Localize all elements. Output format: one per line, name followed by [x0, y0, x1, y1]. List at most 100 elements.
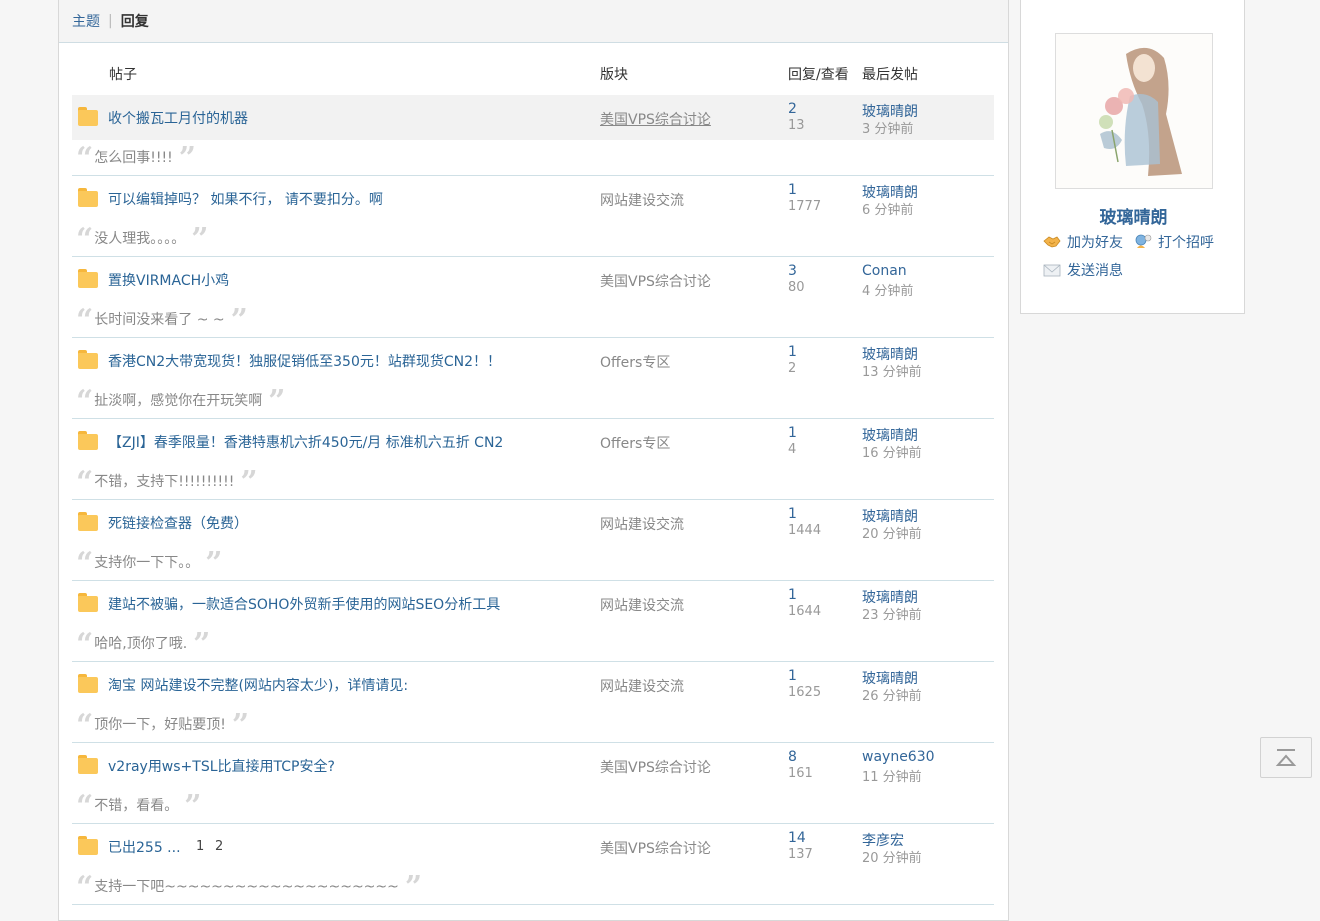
avatar[interactable]	[1055, 33, 1213, 189]
quote-text: 没人理我。。。。	[94, 231, 186, 247]
forum-link[interactable]: Offers专区	[600, 433, 670, 453]
reply-count[interactable]: 1	[788, 425, 797, 441]
view-count: 13	[788, 118, 805, 133]
forum-link[interactable]: 网站建设交流	[600, 676, 684, 696]
page-link-1[interactable]: 1	[196, 839, 204, 854]
profile-username[interactable]: 玻璃晴朗	[1021, 203, 1246, 228]
reply-count[interactable]: 1	[788, 344, 797, 360]
quote-open-icon: “	[76, 708, 93, 743]
back-to-top-button[interactable]	[1260, 737, 1312, 778]
quote-open-icon: “	[76, 384, 93, 419]
view-count: 1644	[788, 604, 822, 619]
tab-separator: |	[108, 13, 113, 29]
thread-title-link[interactable]: 香港CN2大带宽现货！独服促销低至350元！站群现货CN2！！	[108, 351, 501, 371]
greet-button[interactable]: 打个招呼	[1134, 232, 1214, 252]
reply-count[interactable]: 8	[788, 749, 797, 765]
folder-icon	[78, 836, 98, 855]
view-count: 80	[788, 280, 805, 295]
envelope-icon	[1043, 264, 1061, 277]
forum-link[interactable]: 网站建设交流	[600, 595, 684, 615]
quote-close-icon: ”	[404, 870, 422, 905]
tab-topics[interactable]: 主题	[72, 11, 100, 31]
view-count: 137	[788, 847, 813, 862]
reply-count[interactable]: 1	[788, 506, 797, 522]
reply-quote[interactable]: “ 不错，看看。 ”	[76, 789, 202, 824]
forum-link[interactable]: 美国VPS综合讨论	[600, 271, 711, 291]
table-row: v2ray用ws+TSL比直接用TCP安全? 美国VPS综合讨论 8 161 w…	[72, 743, 994, 824]
reply-quote[interactable]: “ 支持一下吧~~~~~~~~~~~~~~~~~~~~ ”	[76, 870, 422, 905]
reply-quote[interactable]: “ 怎么回事!!!! ”	[76, 141, 196, 176]
reply-count[interactable]: 1	[788, 587, 797, 603]
reply-count[interactable]: 1	[788, 182, 797, 198]
last-post-time: 11 分钟前	[862, 770, 922, 785]
add-friend-button[interactable]: 加为好友	[1043, 232, 1123, 252]
quote-text: 哈哈,顶你了哦.	[94, 636, 188, 652]
quote-close-icon: ”	[178, 141, 196, 176]
folder-icon	[78, 755, 98, 774]
last-post-time: 23 分钟前	[862, 608, 922, 623]
quote-close-icon: ”	[193, 627, 210, 662]
quote-close-icon: ”	[205, 546, 222, 581]
reply-quote[interactable]: “ 长时间没来看了 ~ ~ ”	[76, 303, 248, 338]
last-poster-link[interactable]: Conan	[862, 263, 907, 279]
reply-count[interactable]: 1	[788, 668, 797, 684]
thread-title-link[interactable]: 置换VIRMACH小鸡	[108, 270, 229, 290]
header-last-post: 最后发帖	[862, 67, 918, 83]
reply-count[interactable]: 2	[788, 101, 797, 117]
last-post-time: 6 分钟前	[862, 203, 914, 218]
quote-close-icon: ”	[240, 465, 257, 500]
send-message-button[interactable]: 发送消息	[1043, 260, 1123, 280]
quote-text: 支持一下吧~~~~~~~~~~~~~~~~~~~~	[94, 879, 399, 895]
quote-text: 怎么回事!!!!	[94, 150, 173, 166]
forum-link[interactable]: 美国VPS综合讨论	[600, 757, 711, 777]
thread-title-link[interactable]: 可以编辑掉吗？ 如果不行， 请不要扣分。啊	[108, 189, 383, 209]
thread-title-link[interactable]: v2ray用ws+TSL比直接用TCP安全?	[108, 756, 335, 776]
thread-title-link[interactable]: 建站不被骗，一款适合SOHO外贸新手使用的网站SEO分析工具	[108, 594, 500, 614]
quote-open-icon: “	[76, 303, 93, 338]
quote-close-icon: ”	[231, 708, 249, 743]
quote-open-icon: “	[76, 789, 93, 824]
header-forum: 版块	[600, 67, 628, 83]
last-poster-link[interactable]: wayne630	[862, 749, 935, 765]
page-link-2[interactable]: 2	[215, 839, 223, 854]
folder-icon	[78, 269, 98, 288]
thread-title-link[interactable]: 收个搬瓦工月付的机器	[108, 108, 248, 128]
quote-text: 不错，支持下!!!!!!!!!!	[94, 474, 235, 490]
user-profile-card: 玻璃晴朗 加为好友 打个招呼 发送消息	[1020, 0, 1245, 314]
reply-quote[interactable]: “ 扯淡啊，感觉你在开玩笑啊 ”	[76, 384, 286, 419]
forum-link[interactable]: 美国VPS综合讨论	[600, 838, 711, 858]
reply-quote[interactable]: “ 不错，支持下!!!!!!!!!! ”	[76, 465, 258, 500]
view-count: 1625	[788, 685, 822, 700]
thread-title-link[interactable]: 已出255 ...	[108, 837, 181, 857]
quote-text: 扯淡啊，感觉你在开玩笑啊	[94, 393, 263, 409]
table-row: 已出255 ... 1 2 美国VPS综合讨论 14 137 李彦宏 20 分钟…	[72, 824, 994, 905]
quote-text: 顶你一下，好贴要顶!	[94, 717, 226, 733]
quote-open-icon: “	[76, 222, 93, 257]
reply-quote[interactable]: “ 没人理我。。。。 ”	[76, 222, 209, 257]
tab-replies[interactable]: 回复	[121, 11, 149, 31]
header-replies-views: 回复/查看	[788, 67, 849, 83]
forum-link[interactable]: 网站建设交流	[600, 190, 684, 210]
greet-label: 打个招呼	[1158, 235, 1214, 251]
forum-link[interactable]: 美国VPS综合讨论	[600, 109, 711, 129]
view-count: 161	[788, 766, 813, 781]
table-row: 死链接检查器（免费） 网站建设交流 1 1444 玻璃晴朗 20 分钟前 “ 支…	[72, 500, 994, 581]
reply-quote[interactable]: “ 支持你一下下。。 ”	[76, 546, 223, 581]
thread-title-link[interactable]: 死链接检查器（免费）	[108, 513, 248, 533]
reply-quote[interactable]: “ 顶你一下，好贴要顶! ”	[76, 708, 249, 743]
reply-count[interactable]: 14	[788, 830, 806, 846]
view-count: 2	[788, 361, 797, 376]
reply-count[interactable]: 3	[788, 263, 797, 279]
last-post-time: 4 分钟前	[862, 284, 914, 299]
reply-quote[interactable]: “ 哈哈,顶你了哦. ”	[76, 627, 210, 662]
table-row: 淘宝 网站建设不完整(网站内容太少)，详情请见: 网站建设交流 1 1625 玻…	[72, 662, 994, 743]
forum-link[interactable]: Offers专区	[600, 352, 670, 372]
thread-rows: 收个搬瓦工月付的机器 美国VPS综合讨论 2 13 玻璃晴朗 3 分钟前 “ 怎…	[72, 95, 994, 905]
thread-title-link[interactable]: 【ZJI】春季限量！香港特惠机六折450元/月 标准机六五折 CN2	[108, 432, 503, 452]
forum-link[interactable]: 网站建设交流	[600, 514, 684, 534]
quote-open-icon: “	[76, 141, 93, 176]
thread-title-link[interactable]: 淘宝 网站建设不完整(网站内容太少)，详情请见:	[108, 675, 408, 695]
folder-icon	[78, 674, 98, 693]
folder-icon	[78, 350, 98, 369]
quote-close-icon: ”	[230, 303, 248, 338]
